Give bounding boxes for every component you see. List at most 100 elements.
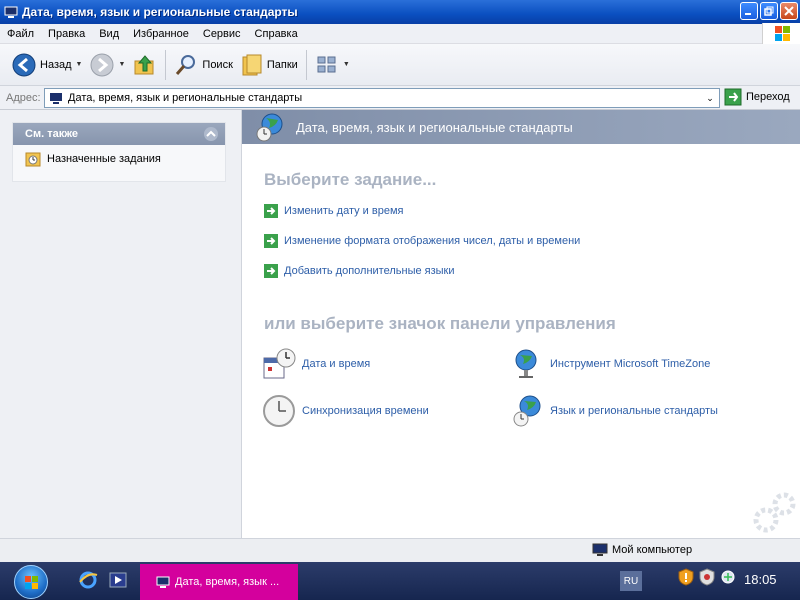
media-player-icon[interactable] (108, 570, 128, 590)
menu-favorites[interactable]: Избранное (126, 28, 196, 40)
restore-icon (764, 6, 774, 16)
green-arrow-icon (264, 264, 278, 278)
toolbar-separator (305, 49, 307, 80)
status-bar: Мой компьютер (0, 538, 800, 562)
status-zone-label: Мой компьютер (612, 544, 693, 556)
globe-clock-icon (256, 113, 283, 142)
see-also-header[interactable]: См. также (13, 123, 225, 145)
calendar-clock-icon (263, 348, 296, 379)
menu-tools[interactable]: Сервис (196, 28, 248, 40)
cp-item-label: Язык и региональные стандарты (550, 405, 718, 417)
control-panel-icon (50, 93, 62, 104)
network-icon[interactable] (720, 569, 736, 585)
search-button[interactable]: Поиск (170, 49, 236, 81)
cp-timezone-tool[interactable]: Инструмент Microsoft TimeZone (512, 348, 710, 380)
cp-date-time[interactable]: Дата и время (262, 348, 370, 380)
pick-icon-title: или выберите значок панели управления (264, 314, 616, 333)
windows-flag-icon (775, 26, 790, 41)
internet-explorer-icon[interactable] (78, 570, 98, 590)
toolbar-separator (165, 49, 167, 80)
task-label: Изменение формата отображения чисел, дат… (284, 235, 581, 247)
collapse-chevron-icon[interactable] (203, 126, 219, 142)
task-change-number-format[interactable]: Изменение формата отображения чисел, дат… (264, 234, 580, 248)
globe-mic-icon (515, 349, 537, 378)
green-arrow-icon (264, 234, 278, 248)
scheduled-tasks-icon (25, 152, 41, 167)
menu-bar: Файл Правка Вид Избранное Сервис Справка (0, 23, 800, 45)
windows-flag-icon (25, 576, 38, 589)
see-also-title: См. также (25, 128, 78, 140)
folders-button[interactable]: Папки (237, 49, 302, 81)
address-input[interactable]: Дата, время, язык и региональные стандар… (44, 88, 720, 108)
my-computer-icon (592, 543, 608, 556)
task-label: Изменить дату и время (284, 205, 404, 217)
cp-item-label: Дата и время (302, 358, 371, 370)
address-label: Адрес: (6, 91, 41, 104)
forward-button[interactable]: ▼ (86, 49, 129, 81)
back-button[interactable]: Назад ▼ (8, 49, 86, 81)
go-arrow-icon (724, 88, 742, 106)
left-task-pane: См. также Назначенные задания (0, 110, 242, 538)
security-center-icon[interactable] (698, 568, 716, 586)
task-add-languages[interactable]: Добавить дополнительные языки (264, 264, 455, 278)
cp-item-label: Синхронизация времени (302, 405, 429, 417)
see-also-panel: См. также Назначенные задания (12, 122, 226, 182)
address-value: Дата, время, язык и региональные стандар… (68, 92, 303, 104)
globe-clock-icon (513, 395, 541, 427)
task-change-date-time[interactable]: Изменить дату и время (264, 204, 404, 218)
back-arrow-icon (12, 53, 36, 76)
minimize-icon (745, 13, 751, 15)
pick-task-title: Выберите задание... (264, 170, 437, 189)
right-content-pane: Дата, время, язык и региональные стандар… (242, 110, 800, 538)
security-shield-icon[interactable] (678, 568, 694, 586)
green-arrow-icon (264, 204, 278, 218)
title-bar[interactable]: Дата, время, язык и региональные стандар… (0, 0, 800, 24)
forward-dropdown-icon[interactable]: ▼ (118, 61, 125, 68)
go-button[interactable]: Переход (724, 88, 790, 106)
cp-time-sync[interactable]: Синхронизация времени (262, 394, 429, 428)
back-label: Назад (40, 58, 72, 71)
task-label: Добавить дополнительные языки (284, 265, 455, 277)
folders-icon (242, 54, 262, 75)
menu-help[interactable]: Справка (248, 28, 305, 40)
category-header: Дата, время, язык и региональные стандар… (242, 110, 800, 144)
scheduled-tasks-link[interactable]: Назначенные задания (13, 145, 225, 167)
menu-file[interactable]: Файл (0, 28, 41, 40)
control-panel-icon (156, 576, 170, 588)
restore-button[interactable] (760, 2, 778, 20)
status-zone: Мой компьютер (592, 543, 692, 557)
views-dropdown-icon[interactable]: ▼ (343, 61, 350, 68)
close-icon (784, 6, 794, 16)
menu-edit[interactable]: Правка (41, 28, 92, 40)
taskbar-window-label: Дата, время, язык ... (175, 576, 280, 588)
menu-view[interactable]: Вид (92, 28, 126, 40)
address-bar: Адрес: Дата, время, язык и региональные … (0, 86, 800, 110)
folders-label: Папки (266, 58, 298, 71)
close-button[interactable] (780, 2, 798, 20)
go-label: Переход (746, 91, 790, 103)
back-dropdown-icon[interactable]: ▼ (76, 61, 83, 68)
main-area: См. также Назначенные задания Дата, врем… (0, 110, 800, 538)
cp-regional-settings[interactable]: Язык и региональные стандарты (512, 394, 718, 428)
clock-icon (263, 395, 295, 427)
forward-arrow-icon (90, 53, 114, 76)
gears-watermark-icon (753, 492, 796, 533)
system-tray (678, 568, 736, 586)
windows-logo (762, 23, 800, 45)
views-icon (317, 56, 336, 72)
minimize-button[interactable] (740, 2, 758, 20)
start-button[interactable] (14, 565, 48, 599)
views-button[interactable]: ▼ (311, 49, 354, 81)
up-button[interactable] (129, 49, 161, 81)
control-panel-icon (4, 6, 18, 18)
language-indicator[interactable]: RU (620, 571, 642, 591)
category-header-title: Дата, время, язык и региональные стандар… (296, 119, 573, 135)
taskbar-clock[interactable]: 18:05 (744, 572, 777, 587)
cp-item-label: Инструмент Microsoft TimeZone (550, 358, 711, 370)
folder-up-icon (134, 54, 154, 74)
taskbar-window-button[interactable]: Дата, время, язык ... (140, 564, 298, 600)
address-dropdown-icon[interactable]: ⌄ (703, 91, 717, 105)
search-label: Поиск (202, 58, 233, 71)
window-title: Дата, время, язык и региональные стандар… (22, 5, 298, 19)
search-icon (176, 54, 196, 75)
